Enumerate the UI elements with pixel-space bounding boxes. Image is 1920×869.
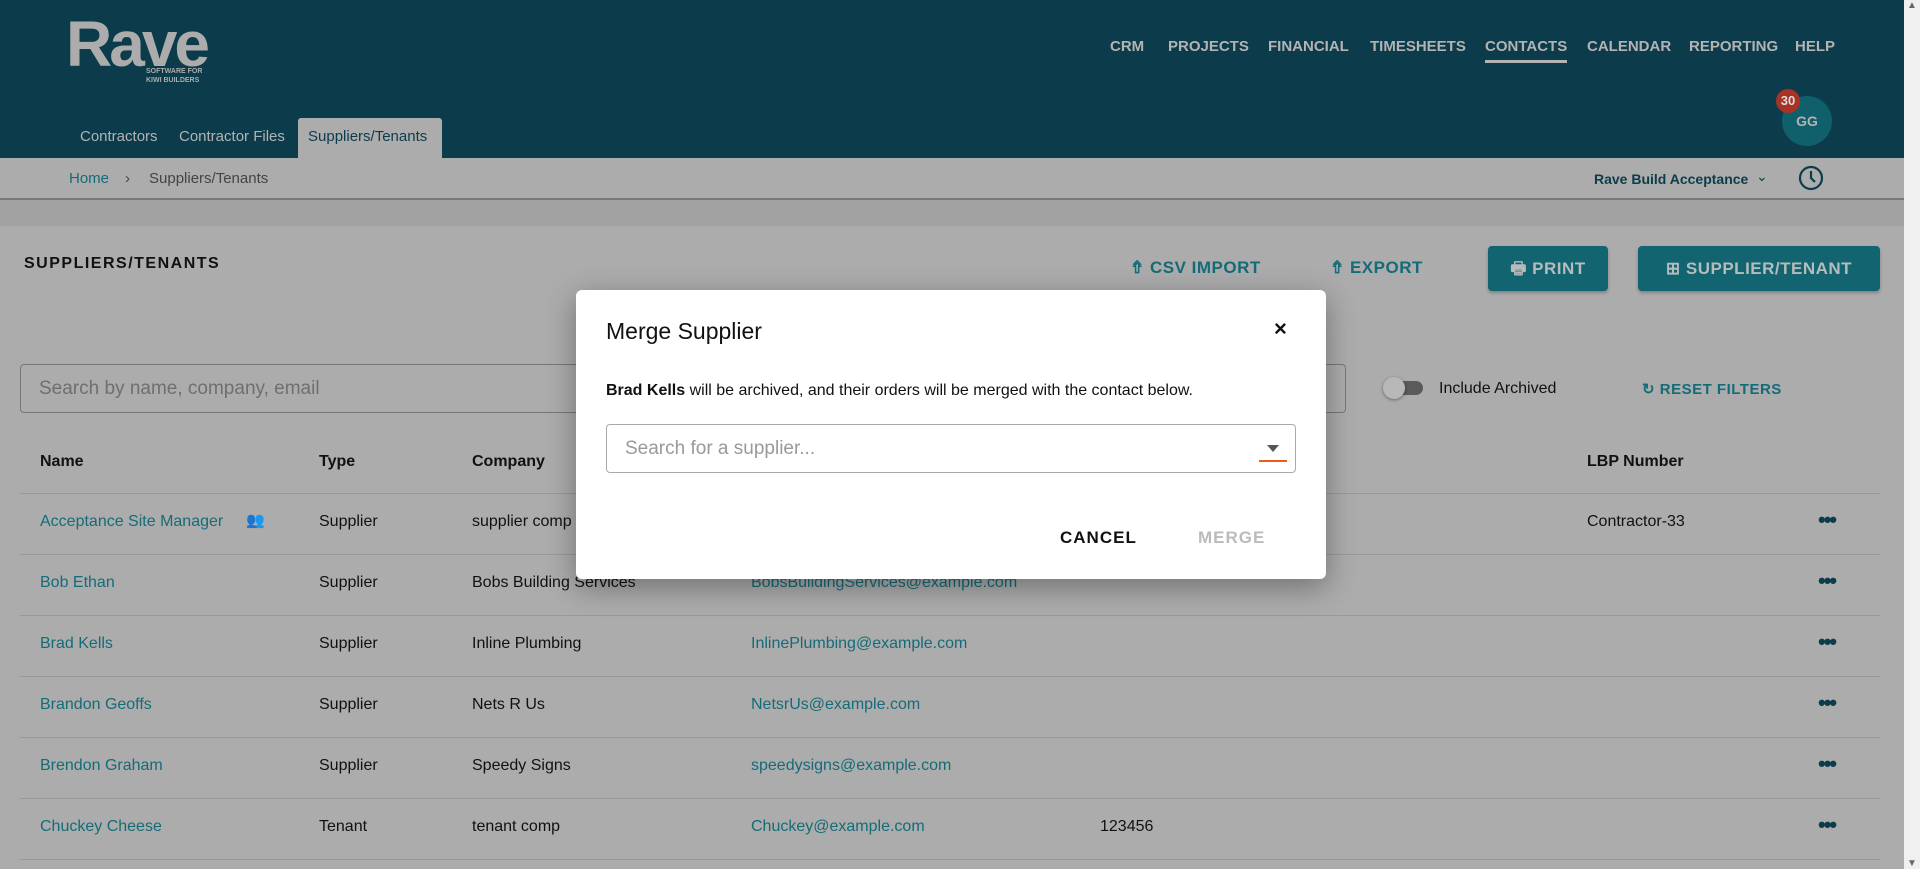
- close-icon[interactable]: ×: [1274, 316, 1287, 342]
- breadcrumb-home[interactable]: Home: [69, 170, 109, 187]
- group-icon: 👥: [246, 512, 265, 529]
- nav-financial[interactable]: FINANCIAL: [1268, 38, 1349, 55]
- cell-name[interactable]: Chuckey Cheese: [40, 818, 162, 836]
- cell-name[interactable]: Acceptance Site Manager: [40, 513, 223, 531]
- subtab-contractors[interactable]: Contractors: [80, 128, 158, 145]
- include-archived-label: Include Archived: [1439, 380, 1557, 397]
- scrollbar[interactable]: ▲ ▼: [1904, 0, 1920, 869]
- cell-type: Supplier: [319, 635, 378, 652]
- top-header: Rave SOFTWARE FOR KIWI BUILDERS CRM PROJE…: [0, 0, 1904, 158]
- print-label: PRINT: [1532, 259, 1586, 278]
- cell-name[interactable]: Bob Ethan: [40, 574, 115, 592]
- row-actions-icon[interactable]: •••: [1818, 507, 1837, 533]
- cell-name[interactable]: Brendon Graham: [40, 757, 163, 775]
- history-clock-icon[interactable]: [1798, 165, 1824, 191]
- scroll-down-icon[interactable]: ▼: [1904, 858, 1920, 869]
- dialog-subject: Brad Kells: [606, 382, 686, 399]
- cell-phone: 123456: [1100, 818, 1154, 835]
- csv-import-label: CSV IMPORT: [1149, 258, 1261, 277]
- column-header-type[interactable]: Type: [319, 453, 355, 471]
- divider: [0, 200, 1904, 226]
- dialog-message-text: will be archived, and their orders will …: [685, 382, 1193, 399]
- column-header-company[interactable]: Company: [472, 453, 545, 471]
- dialog-message: Brad Kells will be archived, and their o…: [606, 382, 1193, 400]
- cell-type: Tenant: [319, 818, 368, 835]
- refresh-icon: ↻: [1642, 381, 1660, 398]
- cell-company: Nets R Us: [472, 696, 545, 713]
- breadcrumb: Home › Suppliers/Tenants Rave Build Acce…: [0, 158, 1904, 200]
- row-actions-icon[interactable]: •••: [1818, 568, 1837, 594]
- row-actions-icon[interactable]: •••: [1818, 751, 1837, 777]
- export-icon: ⇮: [1330, 258, 1350, 277]
- merge-supplier-dialog: Merge Supplier × Brad Kells will be arch…: [576, 290, 1326, 579]
- row-divider: [20, 737, 1880, 738]
- add-supplier-tenant-button[interactable]: ⊞ SUPPLIER/TENANT: [1638, 246, 1880, 291]
- print-button[interactable]: 🖶 PRINT: [1488, 246, 1608, 291]
- chevron-down-icon[interactable]: ⌄: [1756, 168, 1768, 185]
- scroll-up-icon[interactable]: ▲: [1904, 0, 1920, 11]
- cell-name[interactable]: Brad Kells: [40, 635, 113, 653]
- reset-filters-button[interactable]: ↻ RESET FILTERS: [1642, 380, 1782, 398]
- cell-email[interactable]: Chuckey@example.com: [751, 818, 925, 836]
- reset-filters-label: RESET FILTERS: [1659, 381, 1782, 398]
- column-header-name[interactable]: Name: [40, 453, 84, 471]
- dialog-title: Merge Supplier: [606, 318, 762, 344]
- cell-name[interactable]: Brandon Geoffs: [40, 696, 152, 714]
- cell-type: Supplier: [319, 696, 378, 713]
- nav-timesheets[interactable]: TIMESHEETS: [1370, 38, 1466, 55]
- breadcrumb-separator: ›: [125, 170, 130, 187]
- row-divider: [20, 859, 1880, 860]
- cell-email[interactable]: NetsrUs@example.com: [751, 696, 920, 714]
- nav-calendar[interactable]: CALENDAR: [1587, 38, 1671, 55]
- cancel-button[interactable]: CANCEL: [1060, 528, 1137, 548]
- row-actions-icon[interactable]: •••: [1818, 690, 1837, 716]
- logo-tagline: SOFTWARE FOR KIWI BUILDERS: [146, 67, 202, 85]
- cell-email[interactable]: InlinePlumbing@example.com: [751, 635, 967, 653]
- merge-button[interactable]: MERGE: [1198, 528, 1265, 548]
- plus-box-icon: ⊞: [1665, 259, 1686, 278]
- cell-lbp: Contractor-33: [1587, 513, 1685, 530]
- caret-down-icon[interactable]: [1267, 445, 1279, 452]
- subtab-contractor-files[interactable]: Contractor Files: [179, 128, 285, 145]
- add-label: SUPPLIER/TENANT: [1685, 259, 1853, 278]
- export-label: EXPORT: [1349, 258, 1423, 277]
- column-header-lbp[interactable]: LBP Number: [1587, 453, 1684, 471]
- cell-type: Supplier: [319, 757, 378, 774]
- upload-icon: ⇮: [1130, 258, 1150, 277]
- row-divider: [20, 615, 1880, 616]
- focus-underline: [1259, 460, 1287, 462]
- toggle-knob[interactable]: [1383, 377, 1405, 399]
- cell-company: tenant comp: [472, 818, 561, 835]
- nav-contacts[interactable]: CONTACTS: [1485, 38, 1568, 63]
- printer-icon: 🖶: [1510, 259, 1533, 278]
- logo-tagline-2: KIWI BUILDERS: [146, 77, 200, 84]
- nav-projects[interactable]: PROJECTS: [1168, 38, 1249, 55]
- cell-company: Inline Plumbing: [472, 635, 582, 652]
- cell-type: Supplier: [319, 574, 378, 591]
- supplier-search-placeholder: Search for a supplier...: [625, 438, 816, 459]
- cell-company: Speedy Signs: [472, 757, 571, 774]
- cell-type: Supplier: [319, 513, 378, 530]
- cell-email[interactable]: speedysigns@example.com: [751, 757, 951, 775]
- subtab-suppliers-tenants[interactable]: Suppliers/Tenants: [298, 118, 442, 158]
- row-divider: [20, 798, 1880, 799]
- notification-badge[interactable]: 30: [1776, 89, 1800, 113]
- csv-import-button[interactable]: ⇮ CSV IMPORT: [1130, 258, 1261, 278]
- row-actions-icon[interactable]: •••: [1818, 629, 1837, 655]
- nav-help[interactable]: HELP: [1795, 38, 1835, 55]
- nav-reporting[interactable]: REPORTING: [1689, 38, 1778, 55]
- nav-crm[interactable]: CRM: [1110, 38, 1144, 55]
- logo-tagline-1: SOFTWARE FOR: [146, 68, 203, 75]
- row-actions-icon[interactable]: •••: [1818, 812, 1837, 838]
- export-button[interactable]: ⇮ EXPORT: [1330, 258, 1423, 278]
- page-title: SUPPLIERS/TENANTS: [24, 255, 221, 272]
- row-divider: [20, 676, 1880, 677]
- breadcrumb-current: Suppliers/Tenants: [149, 170, 269, 187]
- org-selector[interactable]: Rave Build Acceptance: [1594, 171, 1748, 187]
- supplier-search-select[interactable]: Search for a supplier...: [606, 424, 1296, 473]
- cell-company: supplier comp: [472, 513, 572, 530]
